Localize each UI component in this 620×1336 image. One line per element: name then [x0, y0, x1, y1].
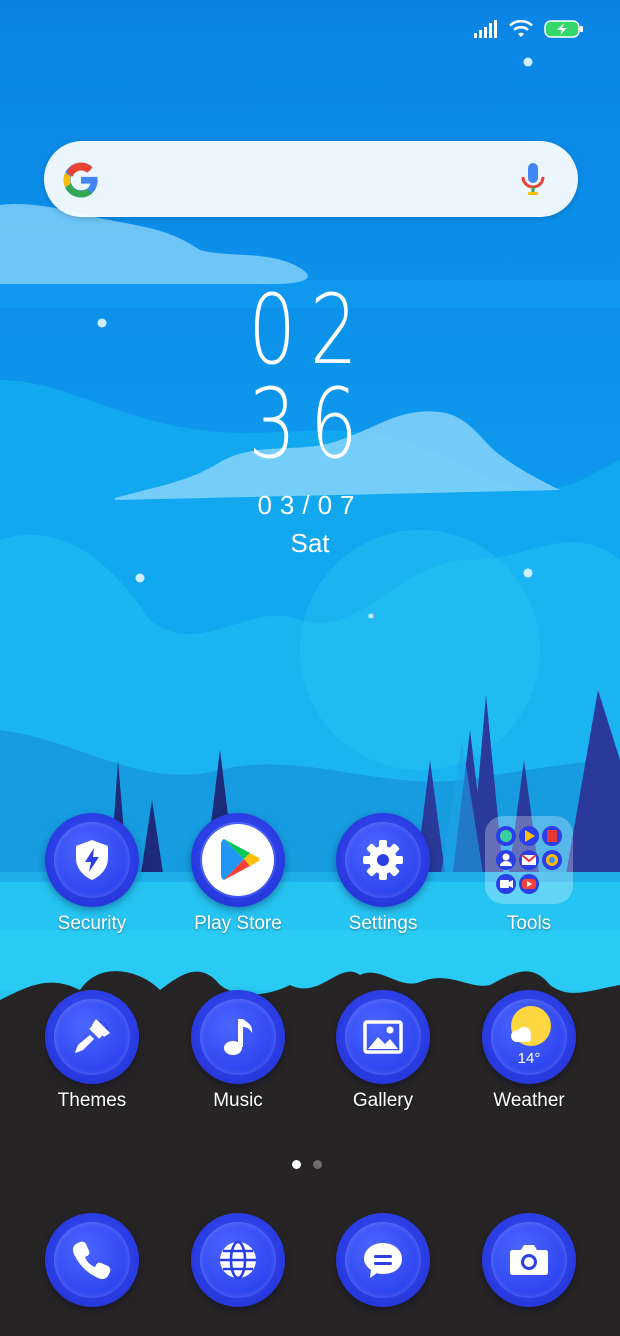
dock-phone[interactable]	[19, 1213, 165, 1336]
dock-camera[interactable]	[456, 1213, 602, 1336]
clock-minutes: 36	[248, 368, 372, 480]
camera-icon	[510, 1245, 548, 1275]
app-weather[interactable]: 14° Weather	[456, 990, 602, 1130]
app-label: Themes	[57, 1090, 127, 1111]
search-input[interactable]	[128, 159, 512, 201]
home-screen: 02 36 03/07 Sat Security Play Store Sett…	[0, 0, 620, 1336]
phone-icon	[72, 1241, 111, 1280]
clock-day: Sat	[290, 528, 330, 558]
messages-icon	[364, 1243, 402, 1278]
dock-messages[interactable]	[310, 1213, 456, 1336]
sun-cloud-icon	[511, 1006, 551, 1046]
app-music[interactable]: Music	[165, 990, 311, 1130]
microphone-icon[interactable]	[518, 161, 548, 197]
browser-globe-icon	[220, 1240, 256, 1280]
clock-hours: 02	[248, 274, 372, 386]
page-dot[interactable]	[313, 1160, 322, 1169]
play-store-icon	[221, 839, 260, 880]
app-label: Play Store	[194, 913, 282, 934]
app-play-store[interactable]: Play Store	[165, 813, 311, 953]
folder-icon	[485, 816, 573, 904]
weather-temperature: 14°	[517, 1050, 541, 1067]
app-label: Music	[213, 1090, 263, 1111]
signal-icon	[474, 20, 497, 38]
app-label: Gallery	[352, 1090, 414, 1111]
app-label: Tools	[506, 913, 552, 934]
folder-app-previews	[496, 826, 562, 894]
app-security[interactable]: Security	[19, 813, 165, 953]
paintbrush-icon	[75, 1019, 110, 1053]
app-settings[interactable]: Settings	[310, 813, 456, 953]
app-gallery[interactable]: Gallery	[310, 990, 456, 1130]
shield-bolt-icon	[76, 840, 108, 880]
status-bar	[474, 16, 584, 42]
app-label: Weather	[493, 1090, 565, 1111]
battery-charging-icon	[544, 20, 583, 38]
google-logo-icon	[63, 162, 98, 198]
page-indicator[interactable]	[292, 1160, 322, 1169]
app-folder-tools[interactable]: Tools	[456, 813, 602, 953]
gear-icon	[363, 840, 403, 880]
clock-date: 03/07	[257, 490, 363, 520]
google-search-bar[interactable]	[44, 141, 578, 217]
app-themes[interactable]: Themes	[19, 990, 165, 1130]
dock-browser[interactable]	[165, 1213, 311, 1336]
wifi-icon	[509, 19, 533, 37]
page-dot-active[interactable]	[292, 1160, 301, 1169]
app-label: Settings	[348, 913, 418, 934]
image-icon	[363, 1020, 403, 1054]
music-note-icon	[224, 1019, 253, 1055]
app-label: Security	[57, 913, 127, 934]
